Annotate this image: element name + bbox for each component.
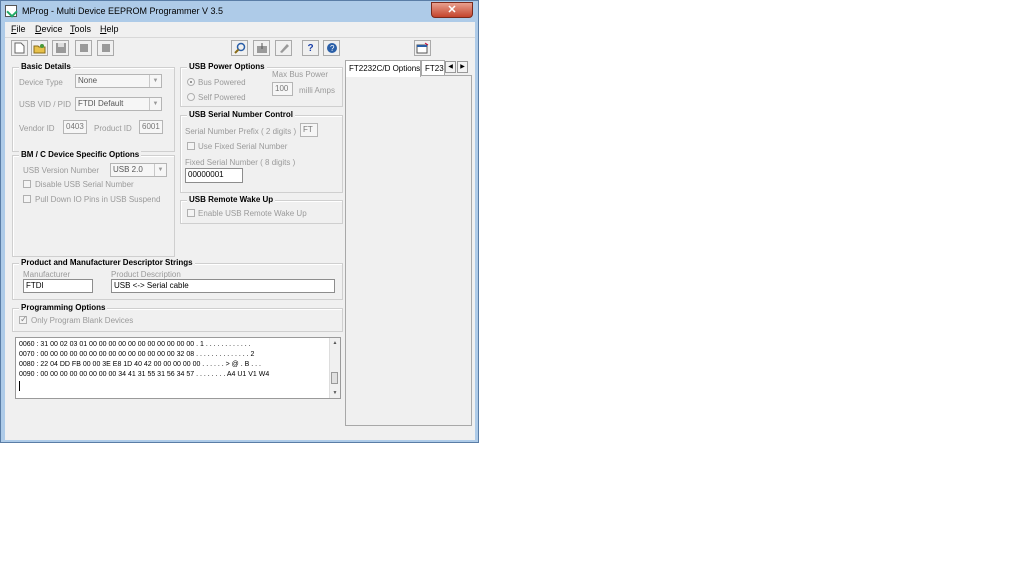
menu-device[interactable]: Device xyxy=(35,24,63,34)
manufacturer-field[interactable]: FTDI xyxy=(23,279,93,293)
max-power-unit: milli Amps xyxy=(299,86,336,95)
vid-pid-label: USB VID / PID xyxy=(19,100,72,109)
usb-version-select[interactable]: USB 2.0 ▼ xyxy=(110,163,167,177)
vid-pid-select[interactable]: FTDI Default ▼ xyxy=(75,97,162,111)
vendor-id-field[interactable]: 0403 xyxy=(63,120,87,134)
close-button[interactable]: ✕ xyxy=(431,2,473,18)
open-folder-icon[interactable] xyxy=(31,40,48,56)
menu-bar: File Device Tools Help xyxy=(5,22,475,37)
only-blank-label: Only Program Blank Devices xyxy=(31,316,134,325)
hex-line: 0080 : 22 04 DD FB 00 00 3E E8 1D 40 42 … xyxy=(19,361,261,368)
tab-scroll-right-icon[interactable]: ▶ xyxy=(457,61,468,73)
product-id-field[interactable]: 6001 xyxy=(139,120,163,134)
use-fixed-serial-label: Use Fixed Serial Number xyxy=(198,142,288,151)
menu-help[interactable]: Help xyxy=(100,24,119,34)
vertical-scrollbar[interactable]: ▲ ▼ xyxy=(329,338,340,398)
device-options-panel: FT2232C/D Options FT232 ◀ ▶ xyxy=(345,58,475,440)
chevron-down-icon: ▼ xyxy=(154,164,166,176)
prefix-field[interactable]: FT xyxy=(300,123,318,137)
programming-title: Programming Options xyxy=(19,303,108,312)
title-bar[interactable]: MProg - Multi Device EEPROM Programmer V… xyxy=(1,1,478,21)
chevron-down-icon: ▼ xyxy=(149,75,161,87)
app-icon xyxy=(5,5,17,17)
scroll-down-icon[interactable]: ▼ xyxy=(331,389,339,397)
product-id-label: Product ID xyxy=(94,124,132,133)
save-icon[interactable] xyxy=(52,40,69,56)
device-type-select[interactable]: None ▼ xyxy=(75,74,162,88)
new-file-icon[interactable] xyxy=(11,40,28,56)
remote-wake-checkbox[interactable] xyxy=(187,209,195,217)
hex-line: 0090 : 00 00 00 00 00 00 00 00 34 41 31 … xyxy=(19,371,270,378)
usb-version-label: USB Version Number xyxy=(23,166,100,175)
serial-control-title: USB Serial Number Control xyxy=(187,110,296,119)
fixed-serial-field[interactable]: 00000001 xyxy=(185,168,243,183)
product-description-label: Product Description xyxy=(111,270,181,279)
main-panel: Basic Details Device Type None ▼ USB VID … xyxy=(5,58,475,440)
basic-details-title: Basic Details xyxy=(19,62,73,71)
bus-powered-label: Bus Powered xyxy=(198,78,246,87)
self-powered-radio[interactable] xyxy=(187,93,195,101)
use-fixed-serial-checkbox[interactable] xyxy=(187,142,195,150)
disable-serial-label: Disable USB Serial Number xyxy=(35,180,134,189)
hex-dump-textarea[interactable]: 0060 : 31 00 02 03 01 00 00 00 00 00 00 … xyxy=(15,337,341,399)
info-icon[interactable]: ? xyxy=(323,40,340,56)
chevron-down-icon: ▼ xyxy=(149,98,161,110)
tab-scroll-left-icon[interactable]: ◀ xyxy=(445,61,456,73)
prefix-label: Serial Number Prefix ( 2 digits ) xyxy=(185,127,297,136)
hex-line: 0070 : 00 00 00 00 00 00 00 00 00 00 00 … xyxy=(19,351,255,358)
self-powered-label: Self Powered xyxy=(198,93,246,102)
scroll-up-icon[interactable]: ▲ xyxy=(331,339,339,347)
remote-wake-title: USB Remote Wake Up xyxy=(187,195,276,204)
bus-powered-radio[interactable] xyxy=(187,78,195,86)
pull-down-label: Pull Down IO Pins in USB Suspend xyxy=(35,195,161,204)
usb-power-title: USB Power Options xyxy=(187,62,267,71)
tab-content xyxy=(345,75,472,426)
text-caret xyxy=(19,381,20,391)
stop-icon[interactable] xyxy=(97,40,114,56)
svg-text:?: ? xyxy=(330,44,335,53)
manufacturer-label: Manufacturer xyxy=(23,270,71,279)
max-power-field[interactable]: 100 xyxy=(272,82,293,96)
scroll-thumb[interactable] xyxy=(331,372,338,384)
stop-icon[interactable] xyxy=(75,40,92,56)
remote-wake-label: Enable USB Remote Wake Up xyxy=(198,209,307,218)
search-icon[interactable] xyxy=(231,40,248,56)
app-window: MProg - Multi Device EEPROM Programmer V… xyxy=(0,0,479,443)
window-icon[interactable] xyxy=(414,40,431,56)
tab-ft2232cd-options[interactable]: FT2232C/D Options xyxy=(345,60,421,77)
menu-tools[interactable]: Tools xyxy=(70,24,91,34)
erase-icon[interactable] xyxy=(275,40,292,56)
only-blank-checkbox[interactable] xyxy=(19,314,28,325)
window-title: MProg - Multi Device EEPROM Programmer V… xyxy=(22,6,224,16)
program-icon[interactable] xyxy=(253,40,270,56)
vendor-id-label: Vendor ID xyxy=(19,124,55,133)
menu-file[interactable]: File xyxy=(11,24,26,34)
product-description-field[interactable]: USB <-> Serial cable xyxy=(111,279,335,293)
pull-down-checkbox[interactable] xyxy=(23,195,31,203)
descriptors-title: Product and Manufacturer Descriptor Stri… xyxy=(19,258,195,267)
toolbar: ? ? xyxy=(5,37,475,59)
tab-ft232[interactable]: FT232 xyxy=(421,60,445,76)
fixed-serial-label: Fixed Serial Number ( 8 digits ) xyxy=(185,158,296,167)
bm-options-title: BM / C Device Specific Options xyxy=(19,150,142,159)
device-type-label: Device Type xyxy=(19,78,63,87)
disable-serial-checkbox[interactable] xyxy=(23,180,31,188)
hex-line: 0060 : 31 00 02 03 01 00 00 00 00 00 00 … xyxy=(19,341,251,348)
help-icon[interactable]: ? xyxy=(302,40,319,56)
max-power-label: Max Bus Power xyxy=(272,70,329,79)
